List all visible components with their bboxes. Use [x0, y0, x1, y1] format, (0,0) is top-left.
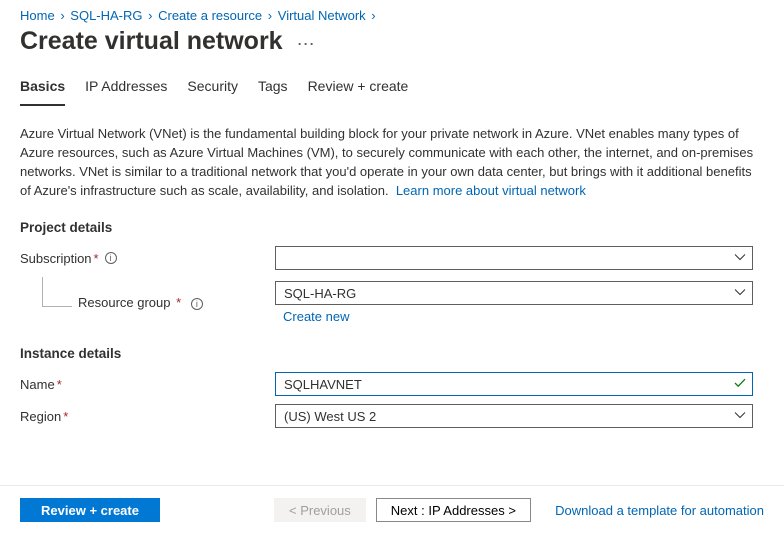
- chevron-right-icon: ›: [58, 8, 66, 23]
- required-asterisk: *: [94, 251, 99, 266]
- breadcrumb-item-create[interactable]: Create a resource: [158, 8, 262, 23]
- chevron-down-icon: [734, 409, 746, 424]
- tab-ip-addresses[interactable]: IP Addresses: [85, 70, 167, 106]
- region-label: Region: [20, 409, 61, 424]
- tab-tags[interactable]: Tags: [258, 70, 288, 106]
- required-asterisk: *: [63, 409, 68, 424]
- region-select[interactable]: (US) West US 2: [275, 404, 753, 428]
- chevron-right-icon: ›: [146, 8, 154, 23]
- section-heading-project: Project details: [20, 220, 764, 235]
- resource-group-label: Resource group: [78, 295, 171, 310]
- region-value: (US) West US 2: [284, 409, 376, 424]
- info-icon[interactable]: i: [191, 298, 203, 310]
- chevron-down-icon: [734, 286, 746, 301]
- resource-group-select[interactable]: SQL-HA-RG: [275, 281, 753, 305]
- breadcrumb: Home › SQL-HA-RG › Create a resource › V…: [0, 0, 784, 25]
- tab-basics[interactable]: Basics: [20, 70, 65, 106]
- breadcrumb-item-home[interactable]: Home: [20, 8, 55, 23]
- resource-group-value: SQL-HA-RG: [284, 286, 356, 301]
- required-asterisk: *: [176, 295, 181, 310]
- tab-strip: Basics IP Addresses Security Tags Review…: [0, 70, 784, 107]
- footer-bar: Review + create < Previous Next : IP Add…: [0, 485, 784, 534]
- check-icon: [734, 377, 746, 392]
- section-heading-instance: Instance details: [20, 346, 764, 361]
- breadcrumb-item-vnet[interactable]: Virtual Network: [278, 8, 366, 23]
- breadcrumb-item-rg[interactable]: SQL-HA-RG: [70, 8, 142, 23]
- name-input[interactable]: SQLHAVNET: [275, 372, 753, 396]
- subscription-label: Subscription: [20, 251, 92, 266]
- download-template-link[interactable]: Download a template for automation: [555, 503, 764, 518]
- chevron-right-icon: ›: [369, 8, 377, 23]
- name-label: Name: [20, 377, 55, 392]
- chevron-down-icon: [734, 251, 746, 266]
- page-title: Create virtual network: [20, 27, 283, 56]
- previous-button: < Previous: [274, 498, 366, 522]
- next-button[interactable]: Next : IP Addresses >: [376, 498, 531, 522]
- name-value: SQLHAVNET: [284, 377, 362, 392]
- subscription-select[interactable]: [275, 246, 753, 270]
- required-asterisk: *: [57, 377, 62, 392]
- description-text: Azure Virtual Network (VNet) is the fund…: [20, 126, 753, 198]
- more-actions-button[interactable]: ⋯: [297, 28, 316, 55]
- tab-review-create[interactable]: Review + create: [308, 70, 409, 106]
- chevron-right-icon: ›: [266, 8, 274, 23]
- create-new-rg-link[interactable]: Create new: [275, 305, 349, 324]
- review-create-button[interactable]: Review + create: [20, 498, 160, 522]
- info-icon[interactable]: i: [105, 252, 117, 264]
- tab-security[interactable]: Security: [187, 70, 238, 106]
- tab-description: Azure Virtual Network (VNet) is the fund…: [20, 125, 764, 200]
- learn-more-link[interactable]: Learn more about virtual network: [396, 183, 586, 198]
